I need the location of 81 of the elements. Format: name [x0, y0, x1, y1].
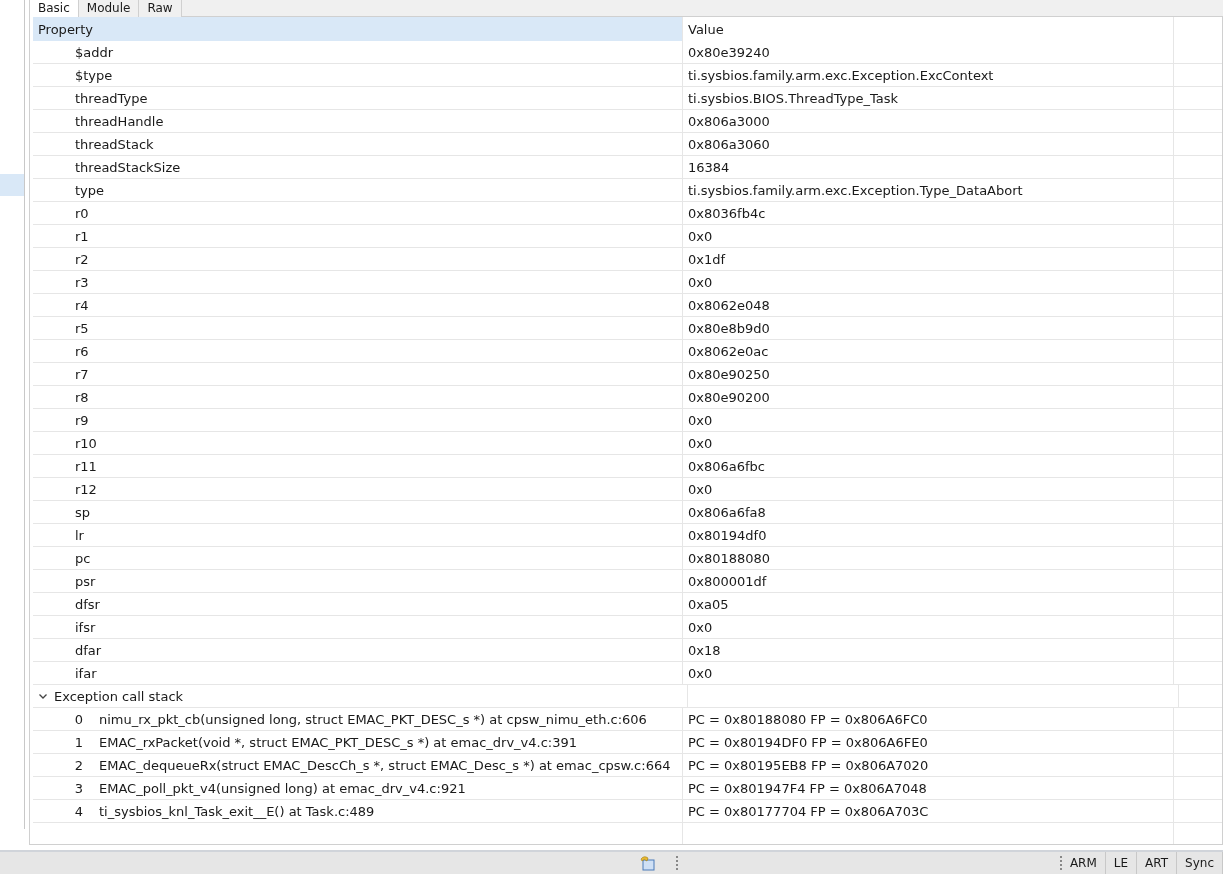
property-value: 0x80e8b9d0 [688, 320, 770, 336]
property-name: r2 [74, 251, 89, 267]
property-value: 0x8062e0ac [688, 343, 769, 359]
property-name: sp [74, 504, 91, 520]
property-value: 0x1df [688, 251, 726, 267]
stack-frame: EMAC_rxPacket(void *, struct EMAC_PKT_DESC_s *) at emac_drv_v4.c:391 [99, 734, 578, 750]
chevron-icon[interactable] [38, 691, 48, 701]
property-value: 0x0 [688, 435, 713, 451]
property-name: threadStack [74, 136, 154, 152]
property-value: 0x0 [688, 619, 713, 635]
property-value: ti.sysbios.family.arm.exc.Exception.Type_DataAbort [688, 182, 1023, 198]
stack-frame: EMAC_poll_pkt_v4(unsigned long) at emac_drv_v4.c:921 [99, 780, 466, 796]
property-name: r3 [74, 274, 89, 290]
tab[interactable]: Basic [29, 0, 79, 17]
status-item: ARM [1061, 852, 1106, 874]
property-name: r8 [74, 389, 89, 405]
frame-index: 2 [73, 757, 84, 773]
property-name: $addr [74, 44, 114, 60]
frame-registers: PC = 0x801947F4 FP = 0x806A7048 [688, 780, 927, 796]
property-name: r1 [74, 228, 89, 244]
frame-registers: PC = 0x80194DF0 FP = 0x806A6FE0 [688, 734, 928, 750]
frame-registers: PC = 0x80195EB8 FP = 0x806A7020 [688, 757, 929, 773]
property-value: 0x0 [688, 665, 713, 681]
property-value: 0x80e39240 [688, 44, 770, 60]
property-name: r4 [74, 297, 89, 313]
status-item: Sync [1177, 852, 1223, 874]
column-header[interactable]: Property [33, 17, 682, 41]
status-item: LE [1105, 852, 1138, 874]
property-name: type [74, 182, 105, 198]
property-name: dfsr [74, 596, 100, 612]
property-value: ti.sysbios.BIOS.ThreadType_Task [688, 90, 899, 106]
property-value: 0xa05 [688, 596, 729, 612]
property-name: threadType [74, 90, 148, 106]
property-value: 0x806a3000 [688, 113, 770, 129]
property-value: 0x80194df0 [688, 527, 767, 543]
property-value: 0x0 [688, 481, 713, 497]
property-value: 0x18 [688, 642, 721, 658]
property-name: psr [74, 573, 96, 589]
property-name: r0 [74, 205, 89, 221]
stack-frame: ti_sysbios_knl_Task_exit__E() at Task.c:489 [99, 803, 375, 819]
property-value: 0x0 [688, 412, 713, 428]
property-name: r11 [74, 458, 97, 474]
property-value: 0x8062e048 [688, 297, 770, 313]
property-name: r5 [74, 320, 89, 336]
group-label[interactable]: Exception call stack [54, 688, 184, 704]
property-value: 16384 [688, 159, 730, 175]
status-item: ART [1137, 852, 1178, 874]
property-name: lr [74, 527, 84, 543]
property-value: 0x80e90200 [688, 389, 770, 405]
property-name: $type [74, 67, 113, 83]
frame-index: 3 [73, 780, 84, 796]
property-value: 0x806a3060 [688, 136, 770, 152]
selected-row-highlight [0, 174, 24, 196]
property-value: 0x80188080 [688, 550, 771, 566]
property-name: ifsr [74, 619, 96, 635]
property-name: r10 [74, 435, 97, 451]
property-name: r9 [74, 412, 89, 428]
property-name: r7 [74, 366, 89, 382]
frame-index: 1 [73, 734, 84, 750]
stack-frame: EMAC_dequeueRx(struct EMAC_DescCh_s *, struct EMAC_Desc_s *) at emac_cpsw.c:664 [99, 757, 671, 773]
property-value: 0x0 [688, 274, 713, 290]
frame-index: 4 [73, 803, 84, 819]
property-name: r6 [74, 343, 89, 359]
frame-registers: PC = 0x80188080 FP = 0x806A6FC0 [688, 711, 928, 727]
property-name: threadStackSize [74, 159, 181, 175]
property-name: r12 [74, 481, 97, 497]
property-value: 0x806a6fa8 [688, 504, 766, 520]
property-value: 0x800001df [688, 573, 767, 589]
property-value: 0x806a6fbc [688, 458, 765, 474]
property-name: pc [74, 550, 91, 566]
frame-index: 0 [73, 711, 84, 727]
property-name: ifar [74, 665, 97, 681]
property-value: 0x0 [688, 228, 713, 244]
stack-frame: nimu_rx_pkt_cb(unsigned long, struct EMAC_PKT_DESC_s *) at cpsw_nimu_eth.c:606 [99, 711, 647, 727]
frame-registers: PC = 0x80177704 FP = 0x806A703C [688, 803, 929, 819]
property-value: 0x80e90250 [688, 366, 770, 382]
property-value: 0x8036fb4c [688, 205, 766, 221]
property-name: threadHandle [74, 113, 164, 129]
property-name: dfar [74, 642, 102, 658]
column-header[interactable]: Value [682, 17, 1173, 41]
property-value: ti.sysbios.family.arm.exc.Exception.ExcContext [688, 67, 994, 83]
